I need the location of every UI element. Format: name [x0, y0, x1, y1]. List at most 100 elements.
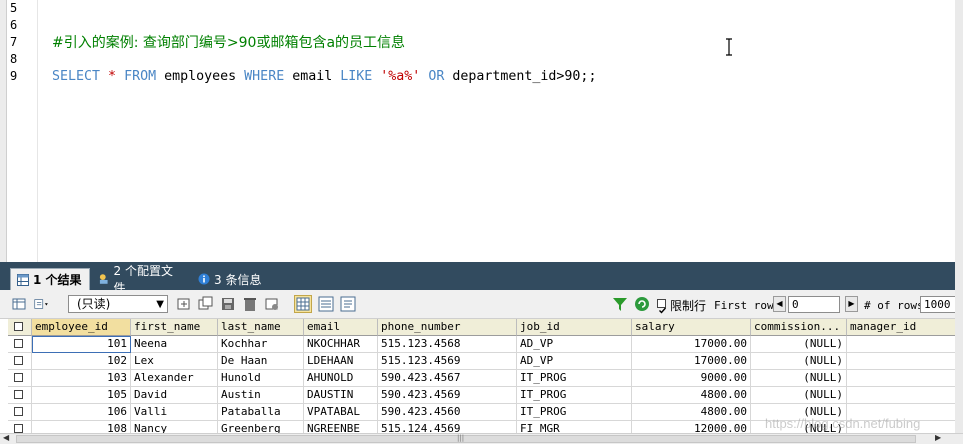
filter-icon[interactable] — [612, 296, 628, 312]
column-header[interactable]: manager_id — [847, 319, 963, 336]
refresh-grid-icon[interactable] — [264, 296, 280, 312]
table-cell[interactable]: AD_VP — [517, 353, 632, 370]
table-cell[interactable]: Pataballa — [218, 404, 304, 421]
row-checkbox[interactable] — [14, 424, 23, 433]
table-cell[interactable]: 102 — [32, 353, 131, 370]
first-row-input[interactable]: 0 — [788, 296, 840, 313]
table-cell[interactable]: AD_VP — [517, 336, 632, 353]
table-cell[interactable]: Greenberg — [218, 421, 304, 433]
limit-rows-checkbox[interactable] — [657, 299, 667, 314]
row-select[interactable] — [8, 387, 32, 404]
horizontal-scrollbar[interactable]: ◀ ||| ▶ — [0, 433, 963, 444]
table-cell[interactable]: 590.423.4567 — [378, 370, 517, 387]
table-cell[interactable]: 590.423.4569 — [378, 387, 517, 404]
reset-filter-icon[interactable] — [634, 296, 650, 312]
column-header[interactable]: email — [304, 319, 378, 336]
grid-view-icon[interactable] — [12, 296, 28, 312]
table-cell[interactable]: 4800.00 — [632, 404, 751, 421]
column-header[interactable]: first_name — [131, 319, 218, 336]
table-cell[interactable]: IT_PROG — [517, 387, 632, 404]
table-cell[interactable]: (NULL) — [751, 353, 847, 370]
table-cell[interactable]: Valli — [131, 404, 218, 421]
table-row[interactable]: 101 Neena Kochhar NKOCHHAR 515.123.4568 … — [8, 336, 963, 353]
table-cell[interactable]: Nancy — [131, 421, 218, 433]
table-cell[interactable] — [847, 353, 963, 370]
table-cell[interactable]: 12000.00 — [632, 421, 751, 433]
row-checkbox[interactable] — [14, 339, 23, 348]
row-checkbox[interactable] — [14, 390, 23, 399]
column-header[interactable]: phone_number — [378, 319, 517, 336]
table-row[interactable]: 103 Alexander Hunold AHUNOLD 590.423.456… — [8, 370, 963, 387]
readonly-mode-select[interactable]: (只读) ▼ — [68, 295, 168, 313]
table-cell[interactable]: AHUNOLD — [304, 370, 378, 387]
column-header[interactable]: job_id — [517, 319, 632, 336]
table-cell[interactable]: DAUSTIN — [304, 387, 378, 404]
row-checkbox[interactable] — [14, 407, 23, 416]
table-cell[interactable]: 515.123.4569 — [378, 353, 517, 370]
grid-mode-icon[interactable] — [294, 295, 312, 313]
table-cell[interactable]: David — [131, 387, 218, 404]
tab-info[interactable]: 3 条信息 — [192, 268, 272, 290]
export-dropdown-icon[interactable] — [34, 296, 50, 312]
table-cell[interactable]: LDEHAAN — [304, 353, 378, 370]
scrollbar-thumb[interactable] — [16, 435, 916, 443]
delete-icon[interactable] — [242, 296, 258, 312]
table-cell[interactable] — [847, 336, 963, 353]
table-cell[interactable]: 103 — [32, 370, 131, 387]
table-cell[interactable]: VPATABAL — [304, 404, 378, 421]
table-cell[interactable]: NGREENBE — [304, 421, 378, 433]
row-select[interactable] — [8, 421, 32, 433]
table-cell[interactable]: 105 — [32, 387, 131, 404]
sql-query-line[interactable]: SELECT * FROM employees WHERE email LIKE… — [52, 68, 596, 86]
save-icon[interactable] — [220, 296, 236, 312]
column-header[interactable]: salary — [632, 319, 751, 336]
text-mode-icon[interactable] — [340, 296, 356, 312]
row-checkbox[interactable] — [14, 356, 23, 365]
table-cell[interactable]: Austin — [218, 387, 304, 404]
prev-page-button[interactable]: ◀ — [773, 296, 786, 312]
scroll-right-arrow-icon[interactable]: ▶ — [935, 433, 941, 442]
sql-editor[interactable]: 5 6 7 8 9 #引入的案例: 查询部门编号>90或邮箱包含a的员工信息 S… — [0, 0, 963, 262]
tab-profile[interactable]: 2 个配置文件 — [92, 264, 188, 295]
table-cell[interactable]: 515.124.4569 — [378, 421, 517, 433]
table-row[interactable]: 102 Lex De Haan LDEHAAN 515.123.4569 AD_… — [8, 353, 963, 370]
table-cell[interactable]: IT_PROG — [517, 370, 632, 387]
table-cell[interactable]: 17000.00 — [632, 353, 751, 370]
column-header[interactable]: commission... — [751, 319, 847, 336]
table-cell[interactable]: FI_MGR — [517, 421, 632, 433]
row-select[interactable] — [8, 336, 32, 353]
table-cell[interactable]: Kochhar — [218, 336, 304, 353]
table-cell[interactable]: Lex — [131, 353, 218, 370]
table-cell[interactable]: 4800.00 — [632, 387, 751, 404]
form-mode-icon[interactable] — [318, 296, 334, 312]
table-cell[interactable]: (NULL) — [751, 336, 847, 353]
table-cell[interactable]: 590.423.4560 — [378, 404, 517, 421]
row-select[interactable] — [8, 353, 32, 370]
rows-count-input[interactable]: 1000 — [920, 296, 960, 313]
column-header[interactable]: employee_id — [32, 319, 131, 336]
column-header[interactable]: last_name — [218, 319, 304, 336]
table-cell[interactable]: De Haan — [218, 353, 304, 370]
table-cell[interactable]: 17000.00 — [632, 336, 751, 353]
table-cell[interactable]: 108 — [32, 421, 131, 433]
row-select[interactable] — [8, 370, 32, 387]
table-cell[interactable]: 101 — [32, 336, 131, 353]
header-select-all[interactable] — [8, 319, 32, 336]
duplicate-row-icon[interactable] — [198, 296, 214, 312]
table-cell[interactable]: 9000.00 — [632, 370, 751, 387]
table-cell[interactable]: Hunold — [218, 370, 304, 387]
table-cell[interactable]: IT_PROG — [517, 404, 632, 421]
table-cell[interactable]: 515.123.4568 — [378, 336, 517, 353]
table-cell[interactable]: 106 — [32, 404, 131, 421]
table-cell[interactable] — [847, 387, 963, 404]
table-cell[interactable]: Alexander — [131, 370, 218, 387]
table-cell[interactable]: Neena — [131, 336, 218, 353]
insert-row-icon[interactable] — [176, 296, 192, 312]
table-cell[interactable]: NKOCHHAR — [304, 336, 378, 353]
table-cell[interactable] — [847, 370, 963, 387]
sql-comment-line[interactable]: #引入的案例: 查询部门编号>90或邮箱包含a的员工信息 — [52, 34, 405, 52]
table-cell[interactable]: (NULL) — [751, 387, 847, 404]
scroll-left-arrow-icon[interactable]: ◀ — [3, 433, 9, 442]
table-cell[interactable]: (NULL) — [751, 370, 847, 387]
tab-results[interactable]: 1 个结果 — [10, 268, 90, 290]
